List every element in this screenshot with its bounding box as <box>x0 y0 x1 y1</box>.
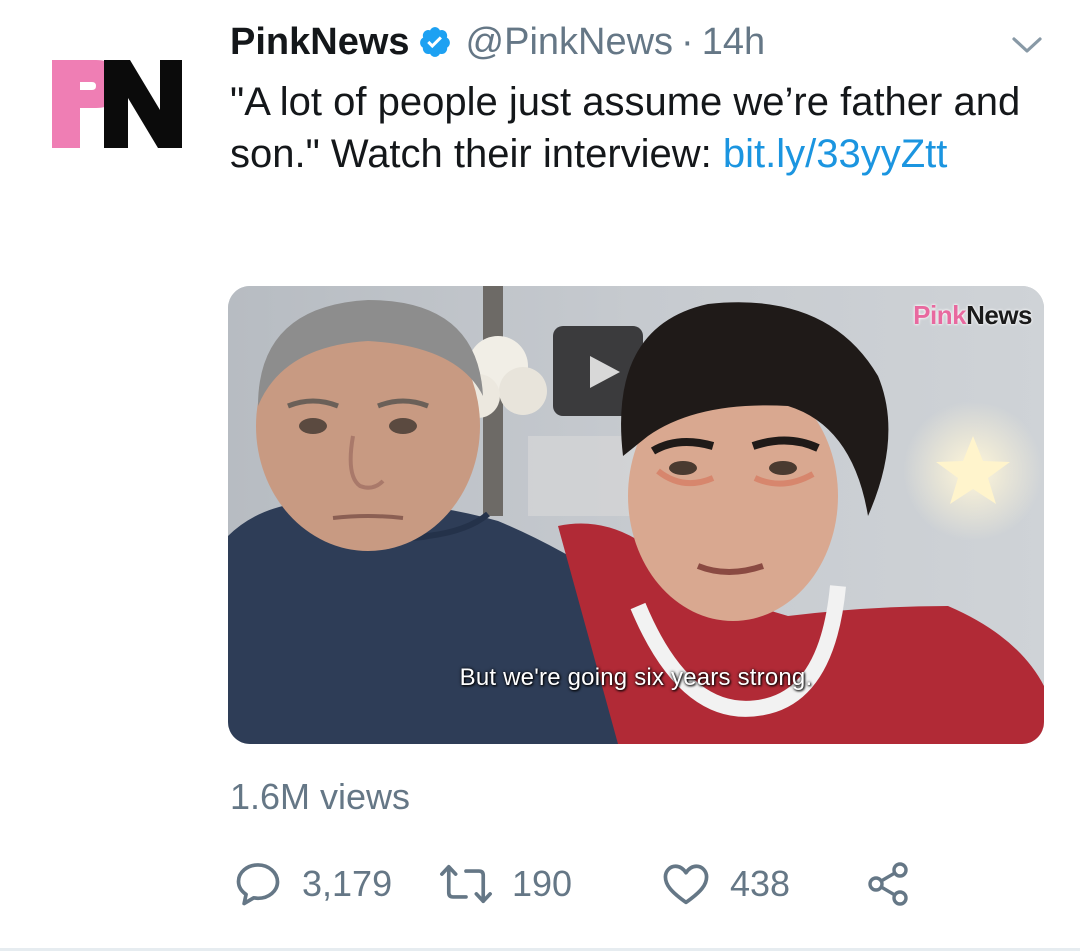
tweet-header: PinkNews @PinkNews · 14h <box>230 18 765 66</box>
avatar[interactable] <box>50 58 184 150</box>
like-button[interactable]: 438 <box>660 856 790 912</box>
separator: · <box>681 21 694 63</box>
watermark-pink: Pink <box>913 300 967 330</box>
video-media[interactable]: PinkNews But we're going six years stron… <box>228 286 1044 744</box>
like-count: 438 <box>730 863 791 904</box>
tweet-text: "A lot of people just assume we’re fathe… <box>230 76 1050 180</box>
handle[interactable]: @PinkNews <box>466 18 674 66</box>
like-icon <box>663 864 709 905</box>
reply-count: 3,179 <box>302 863 393 904</box>
chevron-down-icon[interactable] <box>1010 30 1044 60</box>
share-icon <box>868 862 908 906</box>
reply-icon <box>236 863 280 906</box>
timestamp[interactable]: 14h <box>702 18 765 66</box>
video-subtitle: But we're going six years strong. <box>459 664 813 691</box>
display-name[interactable]: PinkNews <box>230 18 410 66</box>
pinknews-logo-icon <box>52 60 182 148</box>
watermark-dark: News <box>966 300 1032 330</box>
tweet[interactable]: PinkNews @PinkNews · 14h "A lot of peopl… <box>0 0 1080 951</box>
retweet-count: 190 <box>512 863 573 904</box>
share-button[interactable] <box>864 856 912 912</box>
retweet-button[interactable]: 190 <box>438 856 572 912</box>
retweet-icon <box>440 864 492 904</box>
reply-button[interactable]: 3,179 <box>232 856 392 912</box>
tweet-actions: 3,179 190 438 <box>232 856 952 912</box>
tweet-link[interactable]: bit.ly/33yyZtt <box>723 132 948 176</box>
verified-badge-icon <box>418 25 452 59</box>
video-watermark: PinkNews <box>913 300 1032 331</box>
view-count: 1.6M views <box>230 776 411 817</box>
